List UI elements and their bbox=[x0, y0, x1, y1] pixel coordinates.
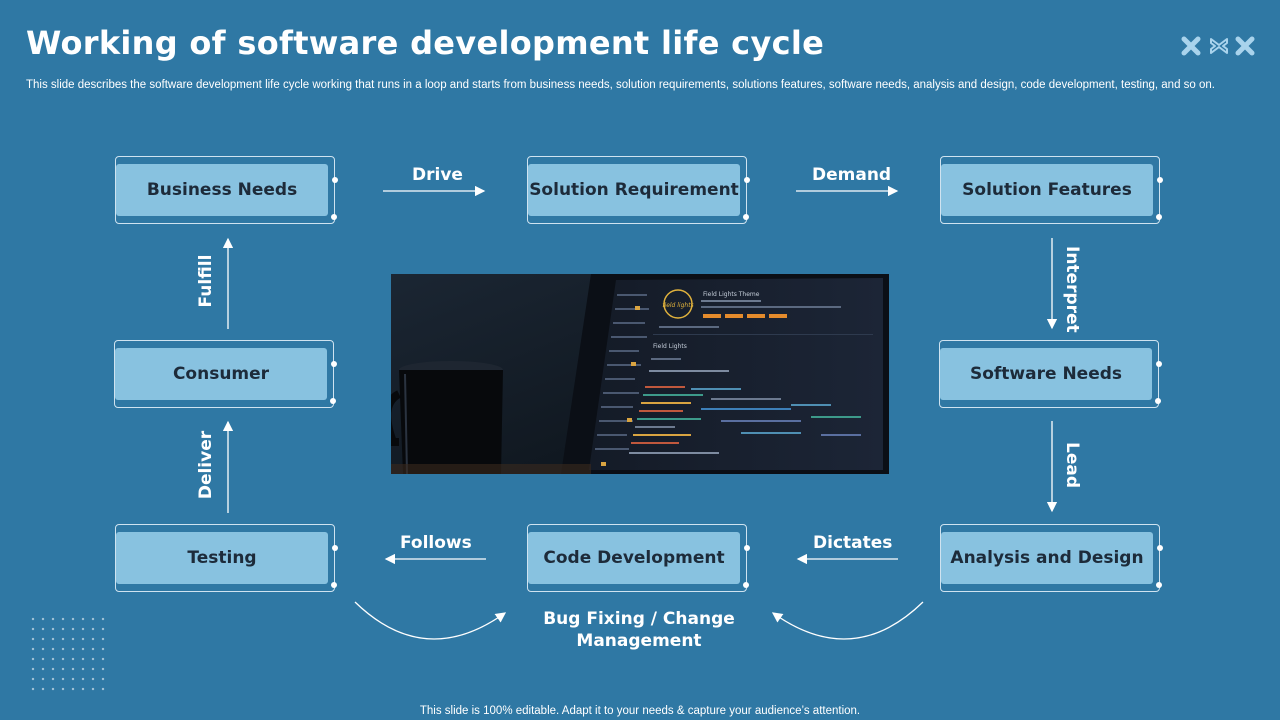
edge-label-demand: Demand bbox=[812, 165, 892, 185]
edge-label-drive: Drive bbox=[412, 165, 463, 185]
edge-label-deliver: Deliver bbox=[196, 430, 216, 500]
bottom-loop-label: Bug Fixing / Change Management bbox=[543, 609, 735, 651]
dot-grid-decoration bbox=[28, 614, 108, 694]
edge-label-follows: Follows bbox=[400, 533, 472, 553]
laptop-code-editor-photo: field lights Field Lights Theme Field Li… bbox=[391, 274, 889, 474]
edge-label-dictates: Dictates bbox=[813, 533, 893, 553]
footer-note: This slide is 100% editable. Adapt it to… bbox=[419, 705, 861, 717]
edge-label-interpret: Interpret bbox=[1062, 246, 1082, 333]
photo-screen-title: Field Lights Theme bbox=[703, 291, 760, 298]
arrow-loop-left bbox=[354, 601, 507, 640]
photo-illustration: field lights Field Lights Theme Field Li… bbox=[391, 274, 889, 474]
photo-section-heading: Field Lights bbox=[653, 343, 687, 350]
edge-label-fulfill: Fulfill bbox=[196, 254, 216, 308]
edge-label-lead: Lead bbox=[1062, 441, 1082, 488]
arrow-loop-right bbox=[771, 601, 924, 640]
photo-badge-text: field lights bbox=[662, 302, 693, 309]
